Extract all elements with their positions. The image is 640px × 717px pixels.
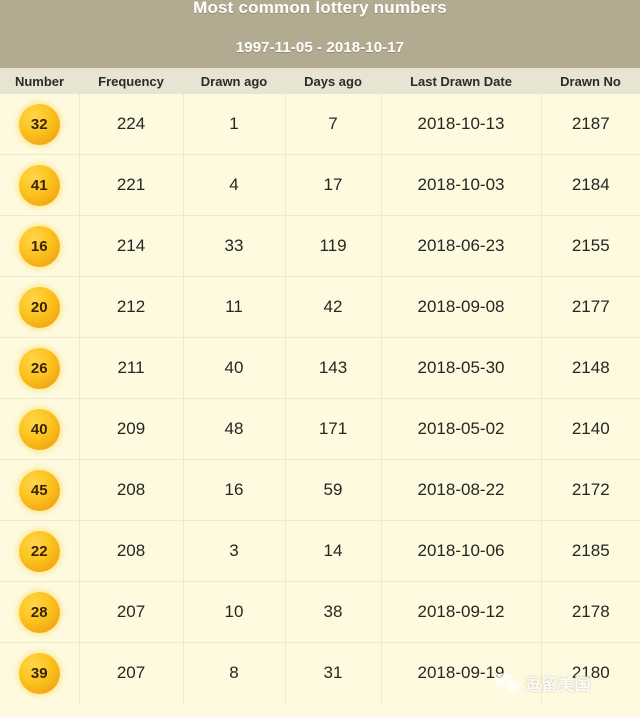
- date-range-subtitle: 1997-11-05 - 2018-10-17: [235, 39, 405, 56]
- table-row[interactable]: 32 224 1 7 2018-10-13 2187: [0, 94, 640, 155]
- lottery-number-ball[interactable]: 40: [18, 408, 60, 450]
- cell-last-drawn-date: 2018-08-22: [381, 459, 542, 521]
- table-row[interactable]: 26 211 40 143 2018-05-30 2148: [0, 337, 640, 399]
- cell-number: 45: [0, 459, 80, 521]
- cell-drawn-ago: 3: [183, 520, 286, 582]
- cell-drawn-ago: 33: [183, 215, 286, 277]
- cell-drawn-no: 2178: [541, 581, 640, 643]
- lottery-number-ball[interactable]: 32: [18, 103, 60, 145]
- cell-frequency: 221: [79, 154, 184, 216]
- cell-frequency: 209: [79, 398, 184, 460]
- cell-frequency: 214: [79, 215, 184, 277]
- cell-drawn-ago: 16: [183, 459, 286, 521]
- cell-last-drawn-date: 2018-06-23: [381, 215, 542, 277]
- cell-drawn-no: 2187: [541, 94, 640, 155]
- cell-drawn-ago: 11: [183, 276, 286, 338]
- cell-frequency: 224: [79, 94, 184, 155]
- column-header-drawn-no[interactable]: Drawn No: [541, 68, 640, 94]
- cell-drawn-no: 2172: [541, 459, 640, 521]
- cell-drawn-ago: 40: [183, 337, 286, 399]
- cell-drawn-no: 2180: [541, 642, 640, 703]
- column-header-last-drawn-date[interactable]: Last Drawn Date: [381, 68, 541, 94]
- cell-frequency: 207: [79, 581, 184, 643]
- cell-drawn-ago: 10: [183, 581, 286, 643]
- cell-days-ago: 171: [285, 398, 382, 460]
- table-row[interactable]: 45 208 16 59 2018-08-22 2172: [0, 459, 640, 521]
- cell-number: 22: [0, 520, 80, 582]
- cell-number: 32: [0, 94, 80, 155]
- cell-last-drawn-date: 2018-10-03: [381, 154, 542, 216]
- column-header-drawn-ago[interactable]: Drawn ago: [183, 68, 285, 94]
- cell-days-ago: 119: [285, 215, 382, 277]
- cell-number: 39: [0, 642, 80, 703]
- cell-last-drawn-date: 2018-10-06: [381, 520, 542, 582]
- column-header-frequency[interactable]: Frequency: [79, 68, 183, 94]
- table-row[interactable]: 16 214 33 119 2018-06-23 2155: [0, 215, 640, 277]
- cell-frequency: 208: [79, 520, 184, 582]
- cell-drawn-ago: 8: [183, 642, 286, 703]
- cell-days-ago: 143: [285, 337, 382, 399]
- cell-number: 20: [0, 276, 80, 338]
- cell-days-ago: 31: [285, 642, 382, 703]
- cell-last-drawn-date: 2018-05-30: [381, 337, 542, 399]
- title-band: Most common lottery numbers 1997-11-05 -…: [0, 0, 640, 68]
- cell-last-drawn-date: 2018-09-12: [381, 581, 542, 643]
- table-row[interactable]: 22 208 3 14 2018-10-06 2185: [0, 520, 640, 582]
- cell-drawn-no: 2184: [541, 154, 640, 216]
- cell-number: 16: [0, 215, 80, 277]
- cell-drawn-ago: 4: [183, 154, 286, 216]
- cell-drawn-no: 2140: [541, 398, 640, 460]
- cell-frequency: 212: [79, 276, 184, 338]
- lottery-number-ball[interactable]: 28: [18, 591, 60, 633]
- lottery-number-ball[interactable]: 26: [18, 347, 60, 389]
- lottery-number-ball[interactable]: 39: [18, 652, 60, 694]
- cell-frequency: 208: [79, 459, 184, 521]
- page-title: Most common lottery numbers: [193, 0, 447, 17]
- cell-drawn-no: 2148: [541, 337, 640, 399]
- cell-number: 28: [0, 581, 80, 643]
- lottery-number-ball[interactable]: 22: [18, 530, 60, 572]
- table-row[interactable]: 39 207 8 31 2018-09-19 2180: [0, 642, 640, 703]
- cell-last-drawn-date: 2018-09-08: [381, 276, 542, 338]
- cell-days-ago: 38: [285, 581, 382, 643]
- lottery-statistics-table: Number Frequency Drawn ago Days ago Last…: [0, 68, 640, 703]
- lottery-number-ball[interactable]: 45: [18, 469, 60, 511]
- cell-days-ago: 14: [285, 520, 382, 582]
- cell-number: 40: [0, 398, 80, 460]
- cell-frequency: 211: [79, 337, 184, 399]
- table-body: 32 224 1 7 2018-10-13 2187 41 221 4 17 2018-10-03 2…: [0, 94, 640, 703]
- lottery-number-ball[interactable]: 16: [18, 225, 60, 267]
- table-row[interactable]: 20 212 11 42 2018-09-08 2177: [0, 276, 640, 338]
- cell-last-drawn-date: 2018-09-19: [381, 642, 542, 703]
- cell-drawn-no: 2155: [541, 215, 640, 277]
- cell-number: 41: [0, 154, 80, 216]
- table-row[interactable]: 41 221 4 17 2018-10-03 2184: [0, 154, 640, 216]
- cell-days-ago: 42: [285, 276, 382, 338]
- table-row[interactable]: 28 207 10 38 2018-09-12 2178: [0, 581, 640, 643]
- cell-number: 26: [0, 337, 80, 399]
- lottery-number-ball[interactable]: 41: [18, 164, 60, 206]
- cell-last-drawn-date: 2018-10-13: [381, 94, 542, 155]
- cell-last-drawn-date: 2018-05-02: [381, 398, 542, 460]
- cell-drawn-ago: 48: [183, 398, 286, 460]
- table-header-row: Number Frequency Drawn ago Days ago Last…: [0, 68, 640, 94]
- cell-drawn-no: 2185: [541, 520, 640, 582]
- cell-drawn-no: 2177: [541, 276, 640, 338]
- column-header-number[interactable]: Number: [0, 68, 79, 94]
- lottery-number-ball[interactable]: 20: [18, 286, 60, 328]
- column-header-days-ago[interactable]: Days ago: [285, 68, 381, 94]
- cell-frequency: 207: [79, 642, 184, 703]
- cell-days-ago: 7: [285, 94, 382, 155]
- cell-drawn-ago: 1: [183, 94, 286, 155]
- cell-days-ago: 17: [285, 154, 382, 216]
- cell-days-ago: 59: [285, 459, 382, 521]
- table-row[interactable]: 40 209 48 171 2018-05-02 2140: [0, 398, 640, 460]
